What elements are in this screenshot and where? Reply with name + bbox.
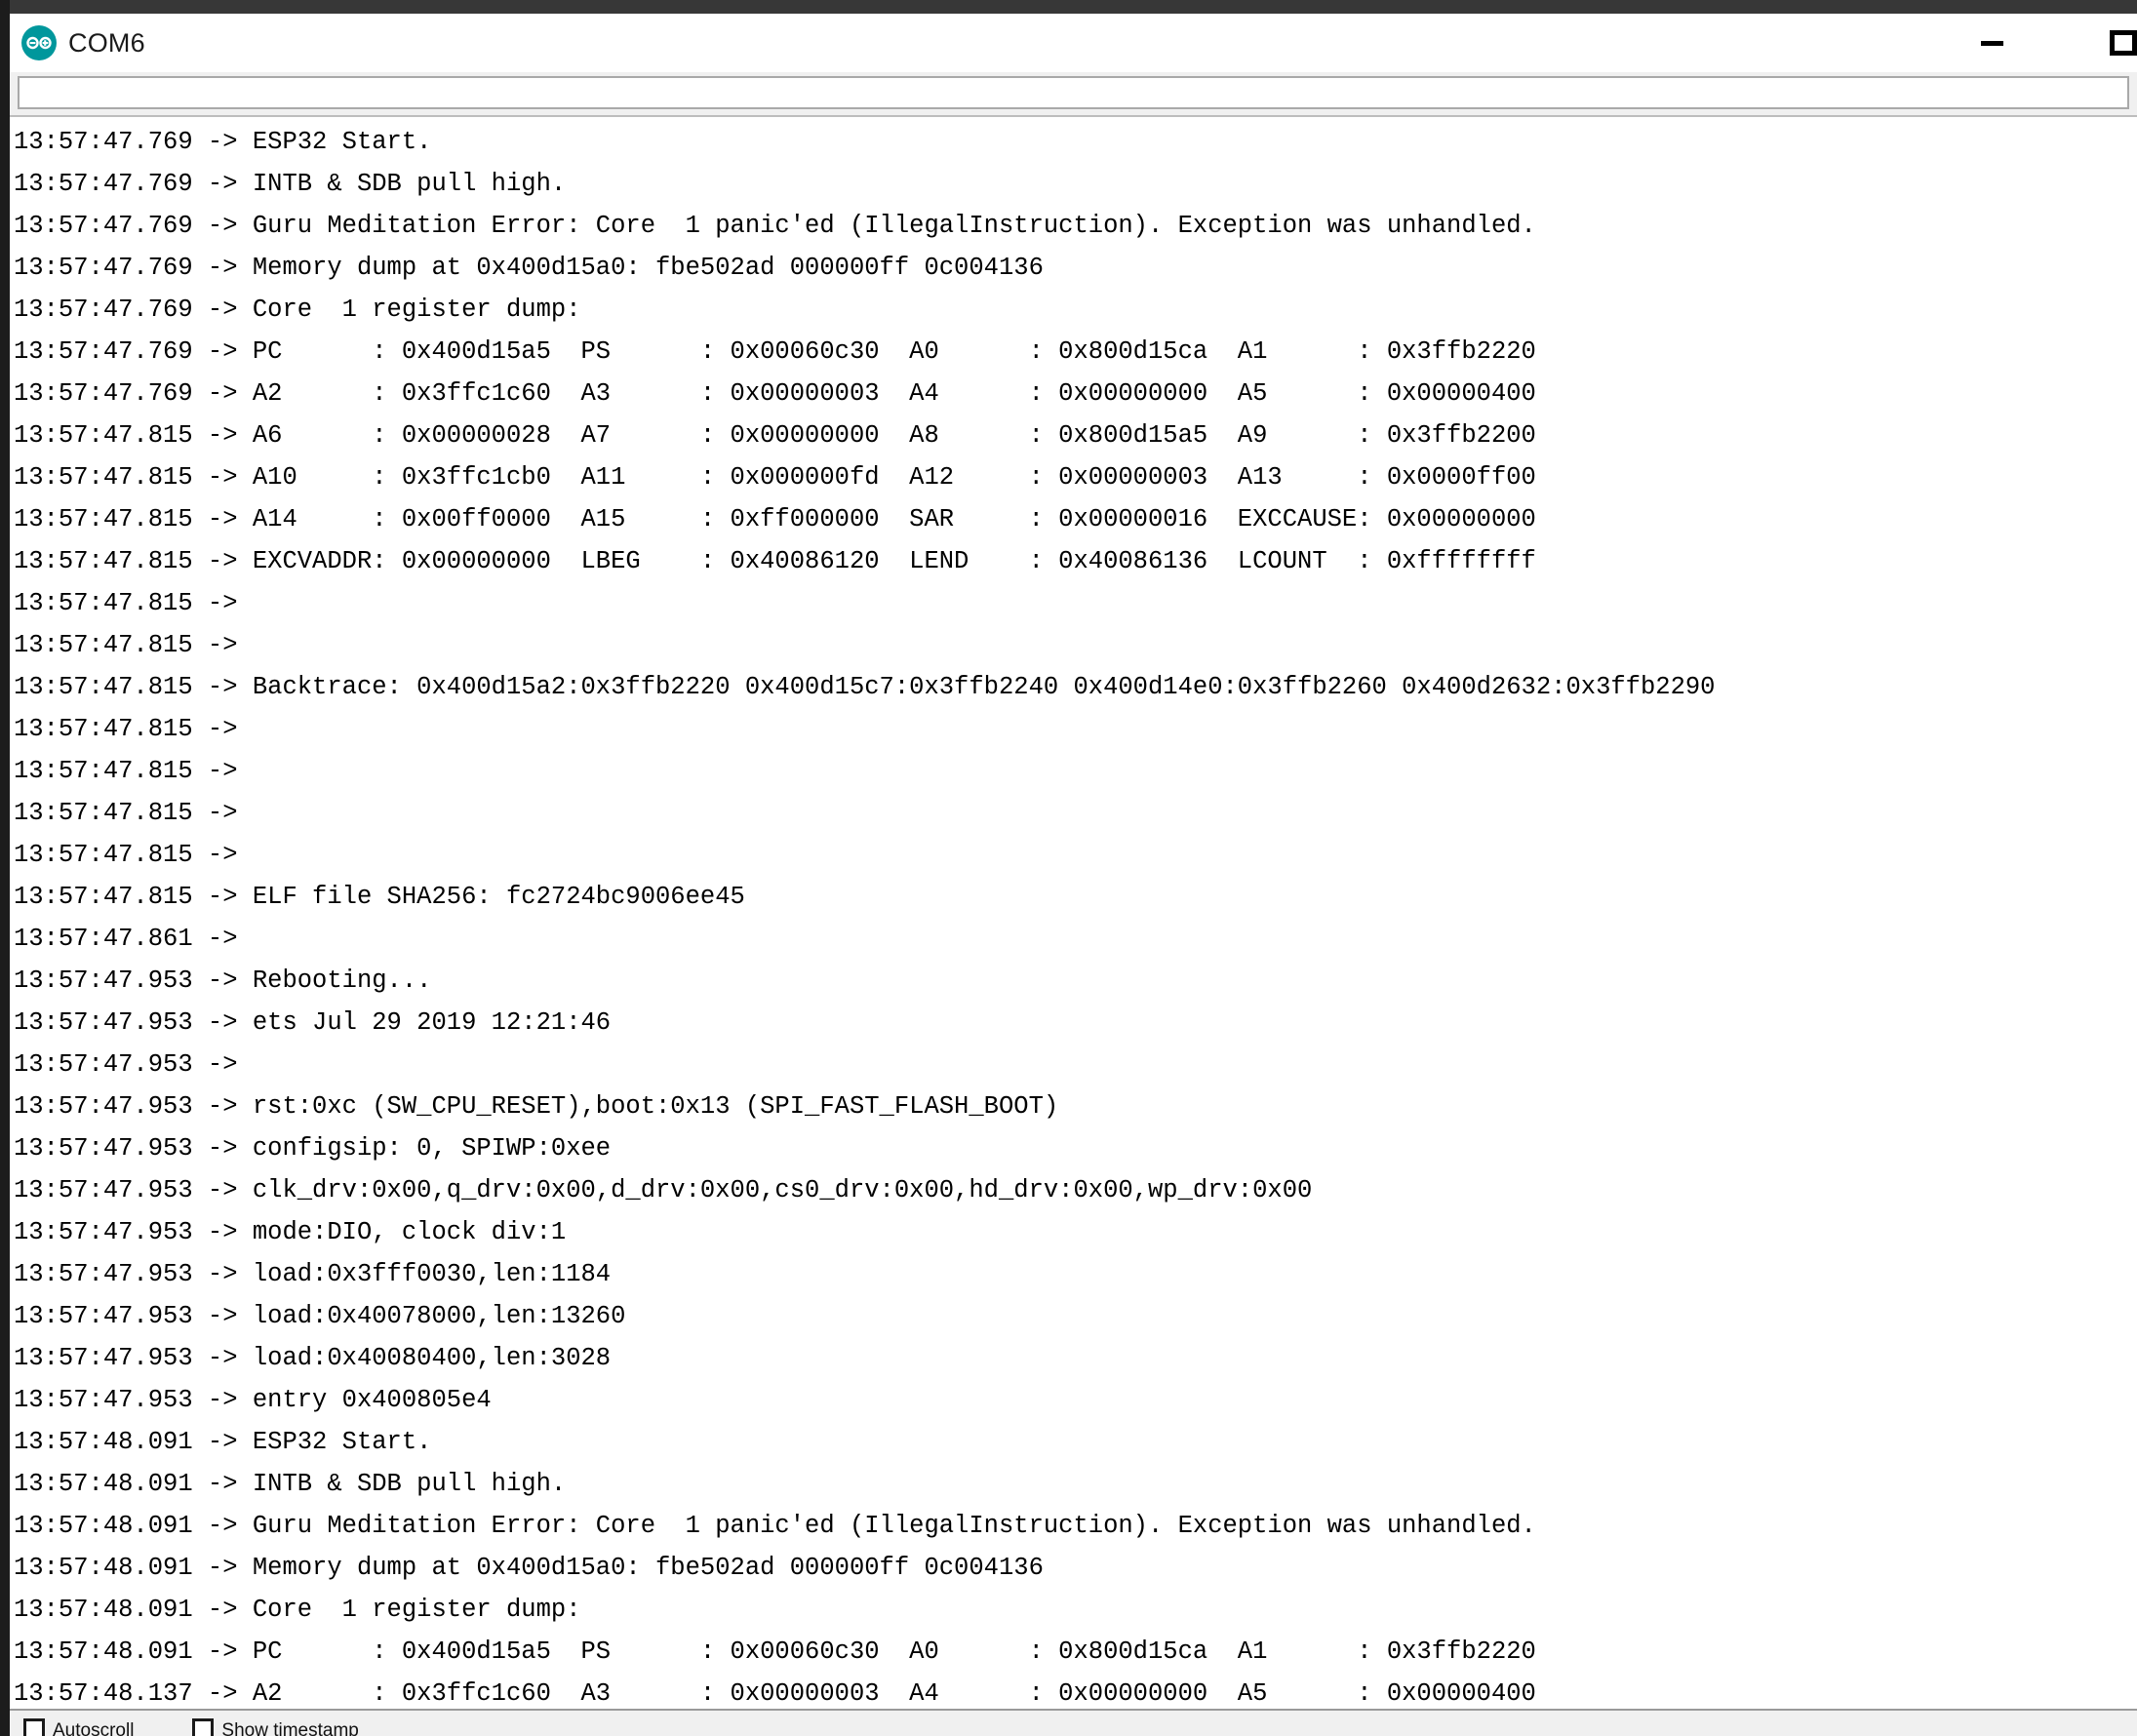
serial-log-line: 13:57:47.953 -> Rebooting...	[14, 967, 432, 995]
timestamp-label: Show timestamp	[221, 1720, 359, 1736]
serial-log-line: 13:57:47.815 -> A6 : 0x00000028 A7 : 0x0…	[14, 421, 1536, 450]
autoscroll-label: Autoscroll	[53, 1720, 135, 1736]
minimize-button[interactable]	[1961, 14, 2022, 72]
serial-log-lines: 13:57:47.769 -> ESP32 Start. 13:57:47.769…	[14, 121, 2137, 1709]
window-controls	[1961, 14, 2137, 72]
serial-log-line: 13:57:47.769 -> Guru Meditation Error: C…	[14, 212, 1536, 240]
serial-log-line: 13:57:47.815 ->	[14, 631, 238, 659]
serial-log-line: 13:57:47.815 ->	[14, 757, 238, 785]
timestamp-group[interactable]: Show timestamp	[192, 1711, 359, 1736]
autoscroll-group[interactable]: Autoscroll	[23, 1711, 134, 1736]
serial-log-area[interactable]: 13:57:47.769 -> ESP32 Start. 13:57:47.769…	[10, 115, 2137, 1711]
serial-log-line: 13:57:47.815 -> A14 : 0x00ff0000 A15 : 0…	[14, 505, 1536, 533]
serial-log-line: 13:57:47.953 -> clk_drv:0x00,q_drv:0x00,…	[14, 1176, 1313, 1204]
serial-log-line: 13:57:47.769 -> PC : 0x400d15a5 PS : 0x0…	[14, 337, 1536, 366]
serial-log-line: 13:57:47.861 ->	[14, 925, 238, 953]
serial-log-line: 13:57:48.091 -> INTB & SDB pull high.	[14, 1470, 567, 1498]
serial-log-line: 13:57:47.953 -> configsip: 0, SPIWP:0xee	[14, 1134, 612, 1163]
window-title: COM6	[68, 27, 145, 58]
window-titlebar[interactable]: COM6	[10, 14, 2137, 72]
status-bar: Autoscroll Show timestamp	[10, 1711, 2137, 1736]
serial-log-line: 13:57:47.953 -> load:0x40078000,len:1326…	[14, 1302, 626, 1330]
serial-log-line: 13:57:48.091 -> Guru Meditation Error: C…	[14, 1512, 1536, 1540]
serial-log-line: 13:57:47.769 -> Core 1 register dump:	[14, 296, 581, 324]
serial-log-line: 13:57:47.769 -> Memory dump at 0x400d15a…	[14, 254, 1044, 282]
serial-log-line: 13:57:48.091 -> ESP32 Start.	[14, 1428, 432, 1456]
desktop-left-strip	[0, 0, 10, 1736]
serial-log-line: 13:57:47.953 -> ets Jul 29 2019 12:21:46	[14, 1008, 612, 1037]
serial-log-line: 13:57:47.815 -> A10 : 0x3ffc1cb0 A11 : 0…	[14, 463, 1536, 492]
arduino-infinity-icon	[21, 25, 57, 60]
minimize-icon	[1980, 40, 2003, 46]
serial-monitor-window: COM6 13:57:47.769 -> ESP32 Start. 13:57:4…	[10, 14, 2137, 1736]
serial-log-line: 13:57:47.953 -> load:0x3fff0030,len:1184	[14, 1260, 612, 1288]
serial-log-line: 13:57:47.769 -> ESP32 Start.	[14, 128, 432, 156]
autoscroll-checkbox[interactable]	[23, 1718, 45, 1736]
serial-log-line: 13:57:48.091 -> Core 1 register dump:	[14, 1596, 581, 1624]
serial-log-line: 13:57:47.815 -> EXCVADDR: 0x00000000 LBE…	[14, 547, 1536, 575]
serial-send-input[interactable]	[18, 76, 2129, 109]
serial-log-line: 13:57:47.953 -> mode:DIO, clock div:1	[14, 1218, 567, 1246]
titlebar-left-group: COM6	[10, 25, 145, 60]
desktop-top-strip	[0, 0, 2137, 14]
serial-log-line: 13:57:47.815 -> Backtrace: 0x400d15a2:0x…	[14, 673, 1716, 701]
serial-log-line: 13:57:47.815 -> ELF file SHA256: fc2724b…	[14, 883, 745, 911]
serial-log-line: 13:57:47.815 ->	[14, 841, 238, 869]
serial-log-line: 13:57:47.953 -> entry 0x400805e4	[14, 1386, 492, 1414]
serial-log-line: 13:57:47.815 ->	[14, 799, 238, 827]
serial-log-line: 13:57:47.953 -> rst:0xc (SW_CPU_RESET),b…	[14, 1092, 1059, 1121]
serial-log-line: 13:57:47.815 ->	[14, 589, 238, 617]
send-bar	[10, 72, 2137, 115]
maximize-icon	[2110, 30, 2137, 56]
serial-log-line: 13:57:47.953 ->	[14, 1050, 238, 1079]
serial-log-line: 13:57:48.091 -> PC : 0x400d15a5 PS : 0x0…	[14, 1637, 1536, 1666]
serial-log-line: 13:57:48.091 -> Memory dump at 0x400d15a…	[14, 1554, 1044, 1582]
maximize-button[interactable]	[2077, 14, 2137, 72]
serial-log-line: 13:57:47.953 -> load:0x40080400,len:3028	[14, 1344, 612, 1372]
serial-log-line: 13:57:47.769 -> INTB & SDB pull high.	[14, 170, 567, 198]
timestamp-checkbox[interactable]	[192, 1718, 215, 1736]
serial-log-line: 13:57:47.815 ->	[14, 715, 238, 743]
serial-log-line: 13:57:48.137 -> A2 : 0x3ffc1c60 A3 : 0x0…	[14, 1679, 1536, 1708]
serial-log-line: 13:57:47.769 -> A2 : 0x3ffc1c60 A3 : 0x0…	[14, 379, 1536, 408]
